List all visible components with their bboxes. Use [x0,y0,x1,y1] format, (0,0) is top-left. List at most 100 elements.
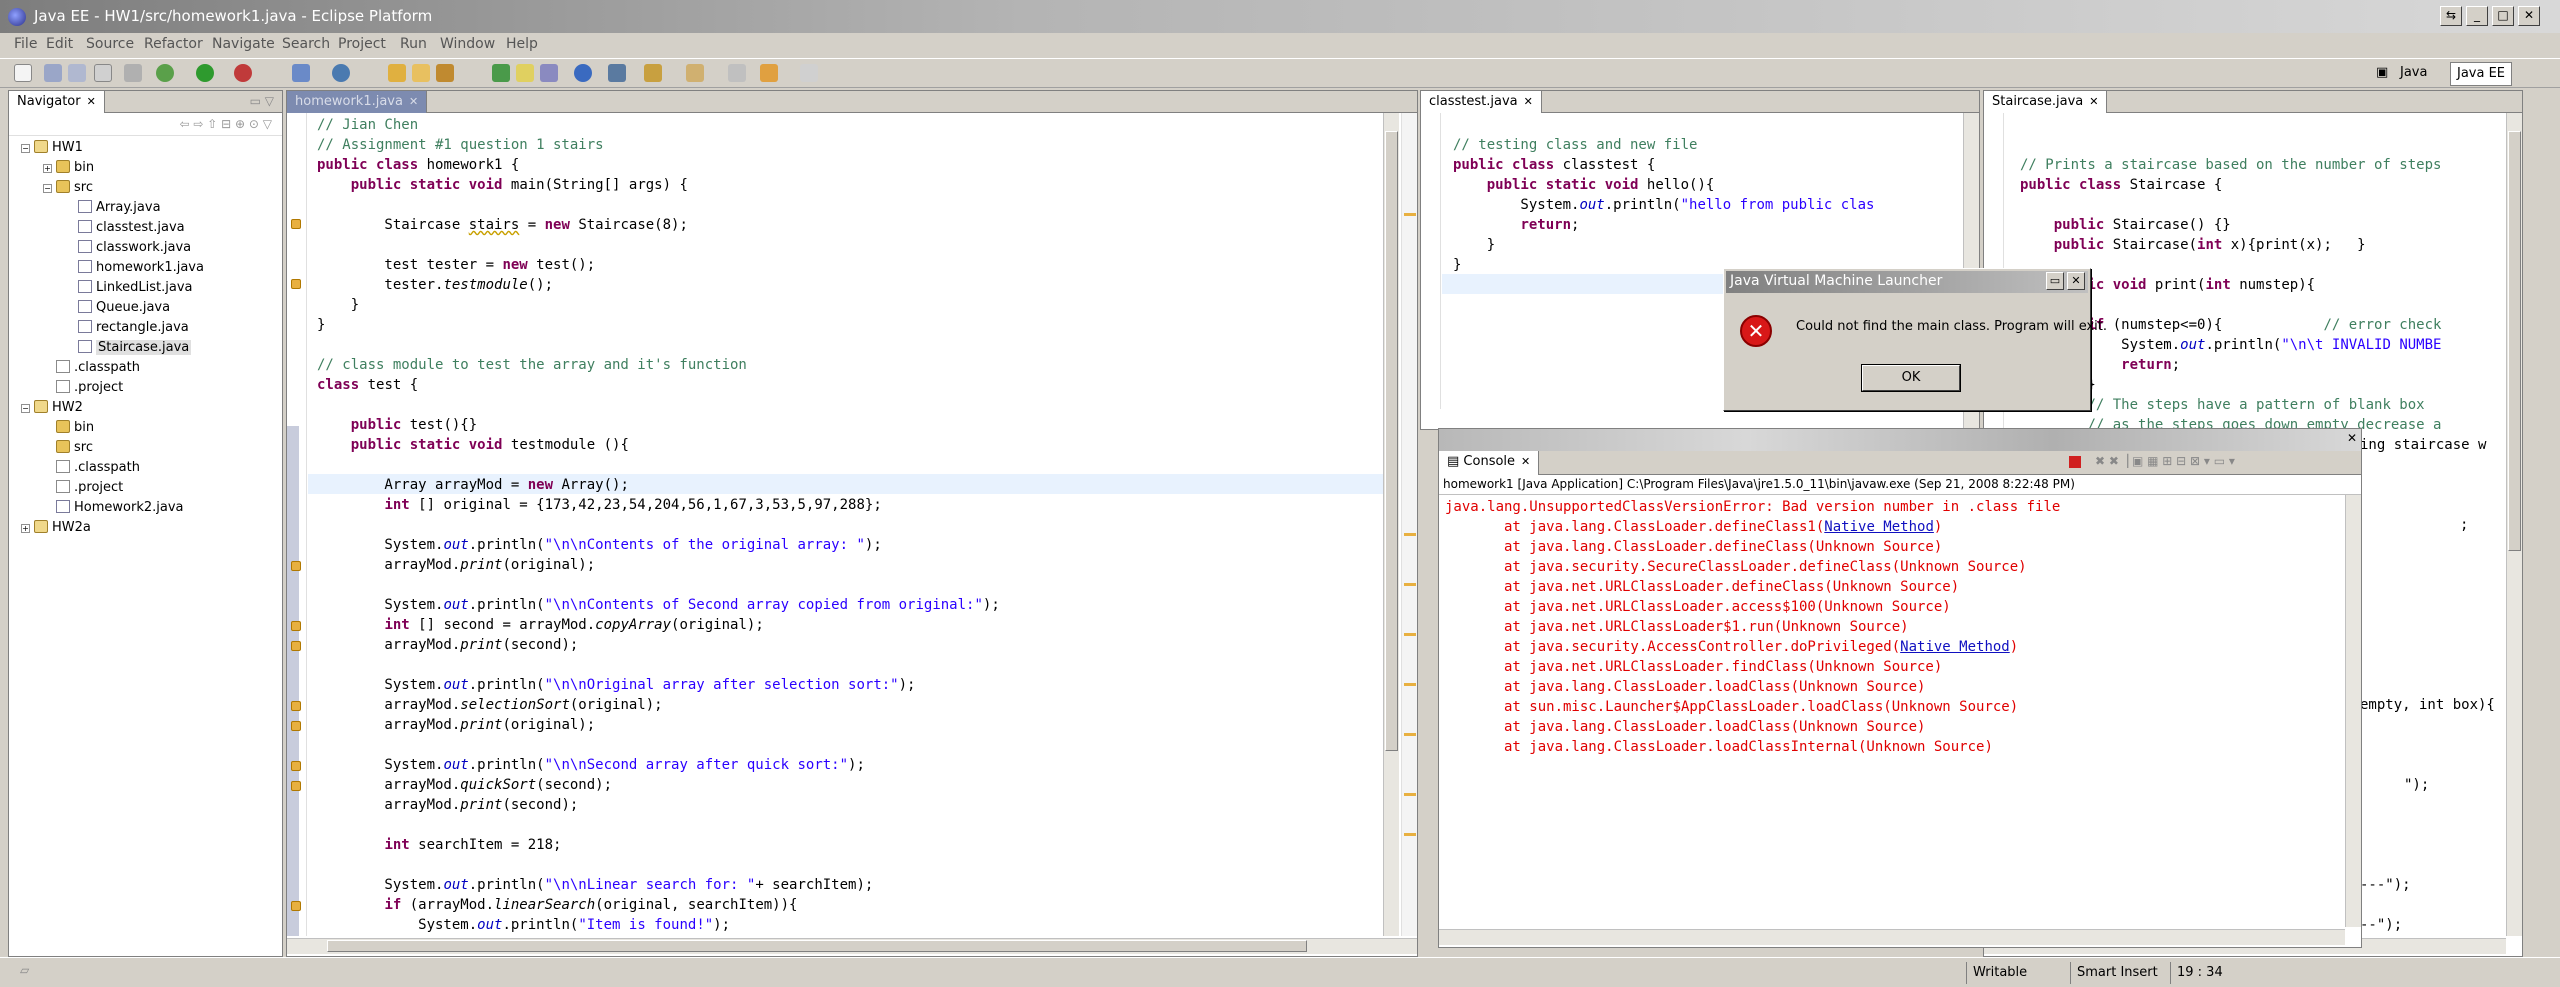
tree-item[interactable]: LinkedList.java [65,279,193,297]
close-icon[interactable]: ✕ [2067,272,2085,290]
new-java-project-icon[interactable] [292,64,310,82]
menu-window[interactable]: Window [440,36,495,52]
tree-item[interactable]: homework1.java [65,259,204,277]
scrollbar-thumb[interactable] [2508,131,2521,551]
ok-button[interactable]: OK [1861,364,1961,392]
horizontal-scrollbar[interactable] [287,938,1417,954]
forward-icon[interactable] [800,64,818,82]
web-browser-icon[interactable] [574,64,592,82]
tree-item[interactable]: bin [43,419,94,437]
tab-console[interactable]: ▤ Console ✕ [1439,451,1540,475]
fast-view-icon[interactable]: ▱ [20,963,29,977]
minimize-button[interactable]: _ [2466,6,2488,26]
scrollbar-thumb[interactable] [1385,131,1398,751]
warning-marker-icon[interactable] [291,901,301,911]
perspective-java[interactable]: Java [2394,62,2433,86]
close-icon[interactable]: ✕ [87,95,96,108]
menu-project[interactable]: Project [338,36,386,52]
console-output[interactable]: java.lang.UnsupportedClassVersionError: … [1445,497,2060,757]
code-text[interactable]: // testing class and new file public cla… [1453,115,1943,275]
menu-file[interactable]: File [14,36,37,52]
tab-classtest[interactable]: classtest.java ✕ [1421,91,1542,113]
tree-item[interactable]: .project [43,479,123,497]
tree-item[interactable]: − src [43,179,93,197]
open-type-icon[interactable] [388,64,406,82]
warning-marker-icon[interactable] [291,621,301,631]
menu-navigate[interactable]: Navigate [212,36,275,52]
warning-marker-icon[interactable] [291,701,301,711]
tree-item[interactable]: src [43,439,93,457]
close-icon[interactable]: ✕ [2089,95,2098,108]
tab-homework1[interactable]: homework1.java ✕ [287,91,428,113]
open-perspective-icon[interactable]: ▣ [2370,62,2394,86]
tree-item[interactable]: .classpath [43,359,140,377]
vertical-scrollbar[interactable] [2506,113,2522,936]
restore-view-icon[interactable]: ⇆ [2440,6,2462,26]
last-edit-icon[interactable] [644,64,662,82]
navigator-actions-icon[interactable]: ⇦ ⇨ ⇧ ⊟ ⊕ ⊙ ▽ [180,117,272,131]
show-whitespace-icon[interactable] [540,64,558,82]
expand-icon[interactable]: + [21,524,30,533]
run-icon[interactable] [196,64,214,82]
perspective-java-ee[interactable]: Java EE [2450,62,2513,86]
restore-icon[interactable]: ▭ [2046,272,2064,290]
close-icon[interactable]: ✕ [2347,431,2357,445]
print-preview-icon[interactable] [124,64,142,82]
tree-item[interactable]: + HW2a [21,519,91,537]
new-package-icon[interactable] [332,64,350,82]
code-text[interactable]: // Prints a staircase based on the numbe… [2020,135,2496,455]
nav-back-icon[interactable] [728,64,746,82]
open-folder-icon[interactable] [412,64,430,82]
mark-occurrences-icon[interactable] [516,64,534,82]
warning-marker-icon[interactable] [291,279,301,289]
navigator-tab[interactable]: Navigator ✕ [9,91,105,113]
external-tools-icon[interactable] [234,64,252,82]
warning-marker-icon[interactable] [291,561,301,571]
tree-item[interactable]: Homework2.java [43,499,184,517]
warning-marker-icon[interactable] [291,721,301,731]
maximize-button[interactable]: □ [2492,6,2514,26]
menu-run[interactable]: Run [400,36,427,52]
back-icon[interactable] [686,64,704,82]
tree-item[interactable]: − HW2 [21,399,83,417]
tree-item[interactable]: rectangle.java [65,319,189,337]
warning-marker-icon[interactable] [291,219,301,229]
menu-edit[interactable]: Edit [46,36,73,52]
expand-icon[interactable]: + [43,164,52,173]
close-icon[interactable]: ✕ [1524,95,1533,108]
view-menu-icon[interactable]: ▭ ▽ [250,94,274,108]
tree-item[interactable]: − HW1 [21,139,83,157]
tree-item[interactable]: Array.java [65,199,161,217]
menu-source[interactable]: Source [86,36,134,52]
nav-forward-icon[interactable] [760,64,778,82]
tree-item[interactable]: classwork.java [65,239,191,257]
collapse-icon[interactable]: − [21,404,30,413]
new-icon[interactable] [14,64,32,82]
hscroll-thumb[interactable] [327,940,1307,952]
collapse-icon[interactable]: − [43,184,52,193]
tree-item[interactable]: Queue.java [65,299,170,317]
code-text[interactable]: // Jian Chen // Assignment #1 question 1… [317,115,1000,935]
search-icon[interactable] [436,64,454,82]
debug-icon[interactable] [156,64,174,82]
menu-refactor[interactable]: Refactor [144,36,203,52]
close-icon[interactable]: ✕ [1521,455,1530,468]
close-icon[interactable]: ✕ [409,95,418,108]
tree-item[interactable]: classtest.java [65,219,185,237]
menu-help[interactable]: Help [506,36,538,52]
horizontal-scrollbar[interactable] [1439,929,2345,945]
save-icon[interactable] [44,64,62,82]
tree-item[interactable]: .project [43,379,123,397]
tab-staircase[interactable]: Staircase.java ✕ [1984,91,2108,113]
warning-marker-icon[interactable] [291,641,301,651]
vertical-scrollbar[interactable] [2345,495,2361,927]
vertical-scrollbar[interactable] [1383,113,1399,936]
tree-item[interactable]: + bin [43,159,94,177]
tree-item[interactable]: .classpath [43,459,140,477]
console-actions-icon[interactable]: ✖ ✖▕ ▣ ▦ ⊞ ⊟ ⊠ ▾ ▭ ▾ [2095,454,2235,468]
collapse-icon[interactable]: − [21,144,30,153]
terminate-icon[interactable] [2069,456,2081,468]
sync-icon[interactable] [608,64,626,82]
print-icon[interactable] [94,64,112,82]
close-button[interactable]: ✕ [2518,6,2540,26]
